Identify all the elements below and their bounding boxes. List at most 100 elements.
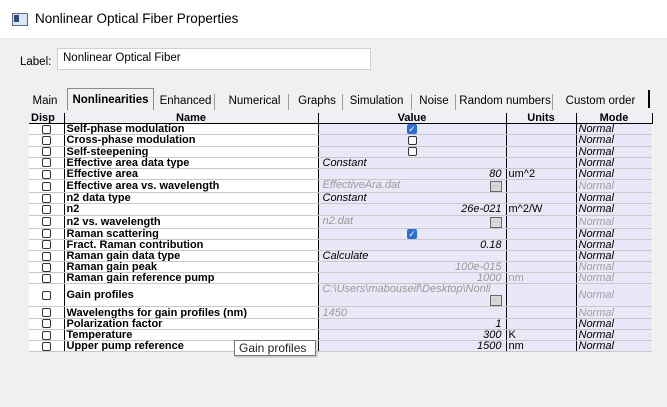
header-units[interactable]: Units: [506, 113, 577, 125]
disp-checkbox[interactable]: [41, 136, 51, 146]
label-input[interactable]: Nonlinear Optical Fiber: [57, 48, 371, 70]
browse-ellipsis-icon[interactable]: ...: [489, 295, 502, 306]
table-row[interactable]: Fract. Raman contribution 0.18 Normal: [29, 239, 652, 251]
param-value[interactable]: ✓: [318, 123, 507, 136]
header-name[interactable]: Name: [64, 113, 319, 125]
param-mode[interactable]: Normal: [575, 318, 652, 330]
tab-graphs[interactable]: Graphs: [292, 91, 342, 111]
param-value[interactable]: 1500: [318, 340, 507, 353]
checkbox-icon[interactable]: [407, 147, 417, 157]
param-value[interactable]: Constant: [318, 192, 507, 205]
param-value[interactable]: 80: [318, 168, 507, 181]
param-value[interactable]: 1000: [318, 272, 507, 285]
param-value[interactable]: Calculate: [318, 250, 507, 263]
tab-numerical[interactable]: Numerical: [221, 91, 288, 111]
tab-simulation[interactable]: Simulation: [342, 91, 411, 111]
param-mode[interactable]: Normal: [575, 272, 652, 285]
param-value[interactable]: [318, 146, 507, 158]
param-mode[interactable]: Normal: [575, 192, 652, 205]
table-row[interactable]: Raman gain data type Calculate Normal: [29, 250, 652, 263]
checked-checkbox-icon[interactable]: ✓: [407, 228, 417, 239]
tab-main[interactable]: Main: [30, 91, 60, 111]
param-value[interactable]: 0.18: [318, 239, 507, 251]
table-row[interactable]: Raman gain reference pump 1000 nm Normal: [29, 272, 652, 285]
table-row[interactable]: Effective area data type Constant Normal: [29, 157, 652, 169]
table-row[interactable]: Wavelengths for gain profiles (nm) 1450 No…: [29, 306, 652, 319]
param-value[interactable]: C:\Users\mabouseif\Desktop\Nonli...: [318, 283, 507, 308]
disp-checkbox[interactable]: [41, 308, 51, 318]
disp-checkbox[interactable]: [41, 251, 51, 261]
param-value[interactable]: 300: [318, 329, 507, 342]
browse-ellipsis-icon[interactable]: ...: [489, 181, 502, 192]
header-disp[interactable]: Disp: [29, 113, 65, 125]
param-mode[interactable]: Normal: [575, 329, 652, 342]
table-row[interactable]: Cross-phase modulation Normal: [29, 134, 652, 147]
param-mode[interactable]: Normal: [575, 157, 652, 169]
checkbox-icon[interactable]: [407, 136, 417, 146]
table-row[interactable]: Effective area 80 um^2 Normal: [29, 168, 652, 181]
checked-checkbox-icon[interactable]: ✓: [407, 124, 417, 134]
disp-checkbox[interactable]: [41, 330, 51, 340]
disp-checkbox[interactable]: [41, 240, 51, 250]
header-value[interactable]: Value: [318, 113, 507, 125]
disp-checkbox[interactable]: [41, 158, 51, 168]
table-row[interactable]: Raman scattering ✓ Normal: [29, 228, 652, 240]
title-bar[interactable]: Nonlinear Optical Fiber Properties: [0, 0, 667, 39]
table-row[interactable]: n2 vs. wavelength n2.dat... Normal: [29, 215, 652, 229]
disp-checkbox[interactable]: [41, 181, 51, 191]
table-row[interactable]: Polarization factor 1 Normal: [29, 318, 652, 330]
header-mode[interactable]: Mode: [576, 113, 653, 125]
disp-checkbox[interactable]: [41, 147, 51, 157]
param-mode[interactable]: Normal: [575, 179, 652, 194]
param-value[interactable]: Constant: [318, 157, 507, 169]
tab-custom-order[interactable]: Custom order: [561, 91, 640, 111]
disp-checkbox[interactable]: [41, 273, 51, 283]
disp-checkbox[interactable]: [41, 262, 51, 272]
param-mode[interactable]: Normal: [575, 203, 652, 216]
table-row[interactable]: Self-steepening Normal: [29, 146, 652, 158]
param-mode[interactable]: Normal: [575, 306, 652, 319]
tab-noise[interactable]: Noise: [413, 91, 455, 111]
disp-checkbox[interactable]: [41, 291, 51, 301]
param-value[interactable]: 26e-021: [318, 203, 507, 216]
param-mode[interactable]: Normal: [575, 340, 652, 353]
table-row[interactable]: Temperature 300 K Normal: [29, 329, 652, 342]
disp-checkbox[interactable]: [41, 169, 51, 179]
table-row[interactable]: Upper pump reference 1500 nm Normal: [29, 340, 652, 353]
disp-checkbox[interactable]: [41, 341, 51, 351]
browse-ellipsis-icon[interactable]: ...: [489, 216, 502, 227]
param-mode[interactable]: Normal: [575, 239, 652, 251]
tab-enhanced[interactable]: Enhanced: [157, 91, 214, 111]
param-mode[interactable]: Normal: [575, 250, 652, 263]
disp-checkbox[interactable]: [41, 319, 51, 329]
param-value[interactable]: 100e-015: [318, 261, 507, 274]
param-mode[interactable]: Normal: [575, 215, 652, 229]
tab-nonlinearities[interactable]: Nonlinearities: [67, 88, 154, 110]
table-row[interactable]: Effective area vs. wavelength EffectiveAr…: [29, 179, 652, 194]
disp-checkbox[interactable]: [41, 229, 51, 239]
param-mode[interactable]: Normal: [575, 134, 652, 147]
param-mode[interactable]: Normal: [575, 123, 652, 136]
param-value[interactable]: EffectiveAra.dat...: [318, 179, 507, 194]
table-row[interactable]: Self-phase modulation ✓ Normal: [29, 123, 652, 136]
table-row[interactable]: Gain profiles C:\Users\mabouseif\Desktop\…: [29, 283, 652, 308]
disp-checkbox[interactable]: [41, 124, 51, 134]
table-row[interactable]: n2 26e-021 m^2/W Normal: [29, 203, 652, 216]
param-mode[interactable]: Normal: [575, 261, 652, 274]
param-name: Fract. Raman contribution: [64, 239, 319, 251]
param-mode[interactable]: Normal: [575, 168, 652, 181]
param-mode[interactable]: Normal: [575, 283, 652, 308]
param-value[interactable]: 1: [318, 318, 507, 330]
param-value[interactable]: [318, 134, 507, 147]
table-row[interactable]: n2 data type Constant Normal: [29, 192, 652, 205]
param-value[interactable]: ✓: [318, 228, 507, 240]
param-value[interactable]: n2.dat...: [318, 215, 507, 229]
disp-checkbox[interactable]: [41, 205, 51, 214]
disp-checkbox[interactable]: [41, 193, 51, 203]
param-mode[interactable]: Normal: [575, 228, 652, 240]
param-mode[interactable]: Normal: [575, 146, 652, 158]
tab-random-numbers[interactable]: Random numbers: [458, 91, 552, 111]
param-value[interactable]: 1450: [318, 306, 507, 319]
table-row[interactable]: Raman gain peak 100e-015 Normal: [29, 261, 652, 274]
disp-checkbox[interactable]: [41, 217, 51, 227]
